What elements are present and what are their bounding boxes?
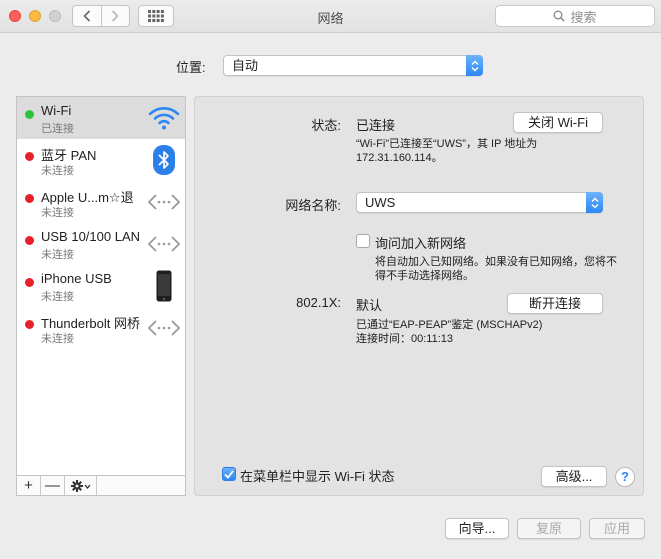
- service-list: Wi-Fi 已连接 蓝牙 PAN 未连接 Apple U...m☆退 未连接 U…: [16, 96, 186, 476]
- iphone-icon: [147, 270, 181, 302]
- status-dot: [25, 278, 34, 287]
- ethernet-arrows-icon: [147, 312, 181, 344]
- bluetooth-icon: [147, 144, 181, 176]
- service-item-thunderbolt-bridge[interactable]: Thunderbolt 网桥 未连接: [17, 307, 185, 349]
- ethernet-arrows-icon: [147, 228, 181, 260]
- disconnect-button[interactable]: 断开连接: [507, 293, 603, 314]
- status-description-line2: 172.31.160.114。: [356, 152, 443, 164]
- status-dot: [25, 152, 34, 161]
- help-button[interactable]: ?: [615, 467, 635, 487]
- network-name-label: 网络名称:: [285, 198, 341, 213]
- detail-panel: 状态: 已连接 关闭 Wi-Fi “Wi-Fi”已连接至“UWS”，其 IP 地…: [194, 96, 644, 496]
- service-name: USB 10/100 LAN: [41, 229, 141, 244]
- title-bar: 网络 搜索: [0, 0, 661, 33]
- popup-arrows-icon: [586, 192, 603, 213]
- connect-time-line: 连接时间：00:11:13: [356, 333, 454, 345]
- service-status: 未连接: [41, 165, 74, 177]
- service-status: 未连接: [41, 207, 74, 219]
- turn-off-wifi-button[interactable]: 关闭 Wi-Fi: [513, 112, 603, 133]
- status-dot: [25, 194, 34, 203]
- add-service-button[interactable]: +: [17, 476, 41, 495]
- service-name: iPhone USB: [41, 271, 112, 286]
- network-name-popup[interactable]: UWS: [356, 192, 603, 213]
- popup-arrows-icon: [466, 55, 483, 76]
- status-dot: [25, 320, 34, 329]
- status-description-line1: “Wi-Fi”已连接至“UWS”，其 IP 地址为: [356, 138, 538, 150]
- dot1x-label: 802.1X:: [296, 295, 341, 310]
- action-menu-button[interactable]: [65, 476, 97, 495]
- ask-join-label: 询问加入新网络: [375, 236, 467, 251]
- status-value: 已连接: [356, 118, 396, 133]
- service-item-apple-usb[interactable]: Apple U...m☆退 未连接: [17, 181, 185, 223]
- apply-button[interactable]: 应用: [589, 518, 645, 539]
- service-status: 未连接: [41, 291, 74, 303]
- location-popup[interactable]: 自动: [223, 55, 483, 76]
- search-input[interactable]: 搜索: [495, 5, 655, 27]
- search-icon: [553, 10, 566, 22]
- service-list-toolbar: + —: [16, 476, 186, 496]
- revert-button[interactable]: 复原: [517, 518, 581, 539]
- service-item-wifi[interactable]: Wi-Fi 已连接: [17, 97, 185, 139]
- service-status: 未连接: [41, 333, 74, 345]
- assist-button[interactable]: 向导...: [445, 518, 509, 539]
- show-menubar-checkbox[interactable]: [222, 467, 236, 481]
- wifi-icon: [147, 102, 181, 134]
- location-value: 自动: [232, 58, 259, 73]
- remove-service-button[interactable]: —: [41, 476, 65, 495]
- ask-join-description-line2: 得不手动选择网络。: [375, 270, 474, 282]
- status-dot: [25, 236, 34, 245]
- ask-join-checkbox[interactable]: [356, 234, 370, 248]
- service-item-usb-lan[interactable]: USB 10/100 LAN 未连接: [17, 223, 185, 265]
- status-dot: [25, 110, 34, 119]
- show-menubar-label: 在菜单栏中显示 Wi-Fi 状态: [240, 469, 395, 484]
- network-name-value: UWS: [365, 195, 396, 210]
- search-placeholder: 搜索: [570, 9, 597, 25]
- dot1x-value: 默认: [356, 298, 383, 313]
- ethernet-arrows-icon: [147, 186, 181, 218]
- status-label: 状态:: [311, 118, 341, 133]
- service-status: 未连接: [41, 249, 74, 261]
- service-item-iphone-usb[interactable]: iPhone USB 未连接: [17, 265, 185, 307]
- gear-icon: [70, 479, 90, 492]
- location-label: 位置:: [176, 60, 206, 75]
- service-item-bluetooth-pan[interactable]: 蓝牙 PAN 未连接: [17, 139, 185, 181]
- service-name: Wi-Fi: [41, 103, 72, 118]
- service-status: 已连接: [41, 123, 74, 135]
- advanced-button[interactable]: 高级...: [541, 466, 607, 487]
- ask-join-description-line1: 将自动加入已知网络。如果没有已知网络，您将不: [375, 256, 617, 268]
- checkmark-icon: [224, 469, 234, 479]
- auth-info-line: 已通过“EAP-PEAP”鉴定 (MSCHAPv2): [356, 319, 543, 331]
